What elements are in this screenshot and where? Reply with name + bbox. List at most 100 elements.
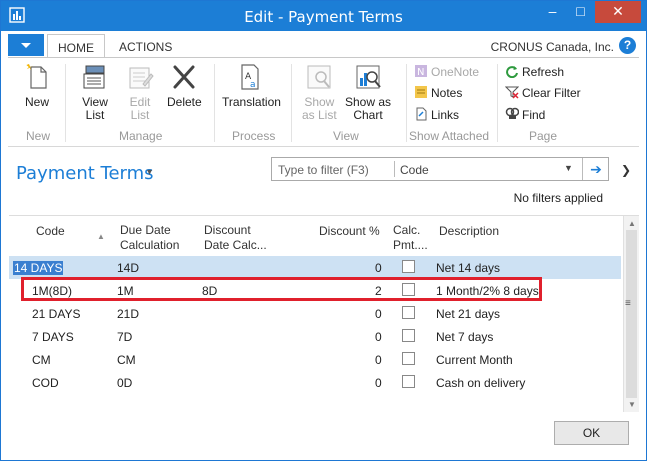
translation-button[interactable]: A a Translation [222,62,281,109]
row-discount-pct[interactable]: 0 [375,353,382,367]
ribbon-divider [291,64,292,142]
clear-filter-button[interactable]: Clear Filter [505,84,581,102]
column-header-calc-pmt[interactable]: Calc. Pmt.... [393,223,428,253]
filter-field-select[interactable]: Code [400,163,429,177]
view-list-button[interactable]: View List [80,62,110,122]
ribbon-divider [65,64,66,142]
translation-label: Translation [222,95,281,109]
column-header-discount-date[interactable]: Discount Date Calc... [204,223,267,253]
column-header-due-date[interactable]: Due Date Calculation [120,223,179,253]
scrollbar-thumb[interactable] [626,230,637,398]
tab-home[interactable]: HOME [47,34,105,58]
help-icon[interactable]: ? [619,37,636,54]
due-date-line1: Due Date [120,223,171,237]
collapse-chevron-icon[interactable]: ❯ [621,163,631,177]
highlight-annotation-box [21,277,542,301]
filter-input[interactable]: Type to filter (F3) [278,163,369,177]
company-name[interactable]: CRONUS Canada, Inc. [491,40,614,54]
notes-label: Notes [431,86,463,100]
minimize-button[interactable]: – [539,1,566,23]
title-bar: Edit - Payment Terms – □ ✕ [1,1,646,31]
scroll-up-icon[interactable]: ▲ [628,219,636,228]
svg-text:N: N [417,67,424,78]
table-row[interactable]: CM CM 0 Current Month [9,348,621,371]
group-label-new: New [26,129,51,143]
show-as-chart-button[interactable]: Show as Chart [345,62,391,122]
refresh-button[interactable]: Refresh [505,63,564,81]
close-button[interactable]: ✕ [595,1,641,23]
filter-dropdown-icon[interactable]: ▼ [564,163,573,173]
links-button[interactable]: Links [414,106,459,124]
view-list-icon [83,65,105,89]
calc-pmt-checkbox[interactable] [402,329,415,342]
table-row[interactable]: 7 DAYS 7D 0 Net 7 days [9,325,621,348]
row-due-date[interactable]: 21D [117,307,139,321]
refresh-icon [506,66,518,78]
calc-pmt-line2: Pmt.... [393,238,428,252]
maximize-button[interactable]: □ [567,1,594,23]
notes-button[interactable]: Notes [414,84,462,102]
edit-list-line2: List [130,108,150,122]
row-due-date[interactable]: 14D [117,261,139,275]
edit-list-button[interactable]: Edit List [125,62,155,122]
scroll-down-icon[interactable]: ▼ [628,400,636,409]
row-due-date[interactable]: 7D [117,330,132,344]
group-label-process: Process [232,129,276,143]
vertical-scrollbar[interactable]: ▲ ≡ ▼ [623,216,639,412]
show-as-list-button[interactable]: Show as List [302,62,337,122]
find-button[interactable]: Find [505,106,545,124]
calc-pmt-checkbox[interactable] [402,260,415,273]
row-code[interactable]: COD [32,376,59,390]
row-code[interactable]: 14 DAYS [13,261,64,275]
delete-icon [173,65,195,89]
ribbon-tabs: HOME ACTIONS CRONUS Canada, Inc. ? [1,31,646,58]
chevron-down-icon[interactable]: ▾ [147,167,152,178]
calc-pmt-checkbox[interactable] [402,375,415,388]
column-header-code[interactable]: Code [36,224,65,239]
show-as-list-line2: as List [302,108,337,122]
row-description[interactable]: Net 14 days [436,261,500,275]
ribbon-divider [497,64,498,142]
scrollbar-grip-icon: ≡ [625,298,631,309]
row-due-date[interactable]: 0D [117,376,132,390]
row-code[interactable]: 7 DAYS [32,330,74,344]
row-discount-pct[interactable]: 0 [375,376,382,390]
row-discount-pct[interactable]: 0 [375,307,382,321]
filter-go-arrow-icon[interactable]: ➔ [582,158,609,180]
new-button[interactable]: New [22,62,52,109]
new-document-icon [26,64,47,89]
new-label: New [24,95,49,109]
application-menu-button[interactable] [8,34,44,56]
table-row[interactable]: COD 0D 0 Cash on delivery [9,371,621,394]
window: Edit - Payment Terms – □ ✕ HOME ACTIONS … [0,0,647,461]
show-as-chart-line2: Chart [353,108,383,122]
onenote-button[interactable]: N OneNote [414,63,479,81]
table-row[interactable]: 14 DAYS 14D 0 Net 14 days [9,256,621,279]
ribbon-divider [406,64,407,142]
delete-button[interactable]: Delete [167,62,202,109]
row-discount-pct[interactable]: 0 [375,330,382,344]
column-header-description[interactable]: Description [439,224,499,239]
show-as-list-icon [307,65,331,89]
row-description[interactable]: Net 21 days [436,307,500,321]
row-description[interactable]: Net 7 days [436,330,493,344]
show-as-chart-line1: Show as [345,95,392,109]
calc-pmt-checkbox[interactable] [402,306,415,319]
calc-pmt-checkbox[interactable] [402,352,415,365]
onenote-label: OneNote [431,65,480,79]
tab-actions[interactable]: ACTIONS [109,34,182,58]
row-description[interactable]: Current Month [436,353,513,367]
row-due-date[interactable]: CM [117,353,136,367]
page-title[interactable]: Payment Terms [16,163,154,184]
row-code[interactable]: 21 DAYS [32,307,80,321]
sort-ascending-icon[interactable]: ▲ [97,232,105,241]
grid-header: Code ▲ Due Date Calculation Discount Dat… [9,216,621,256]
filter-divider [394,161,395,177]
row-code[interactable]: CM [32,353,51,367]
ok-button[interactable]: OK [554,421,629,445]
row-description[interactable]: Cash on delivery [436,376,525,390]
row-discount-pct[interactable]: 0 [375,261,382,275]
column-header-discount-pct[interactable]: Discount % [319,224,380,239]
table-row[interactable]: 21 DAYS 21D 0 Net 21 days [9,302,621,325]
discount-date-line2: Date Calc... [204,238,267,252]
